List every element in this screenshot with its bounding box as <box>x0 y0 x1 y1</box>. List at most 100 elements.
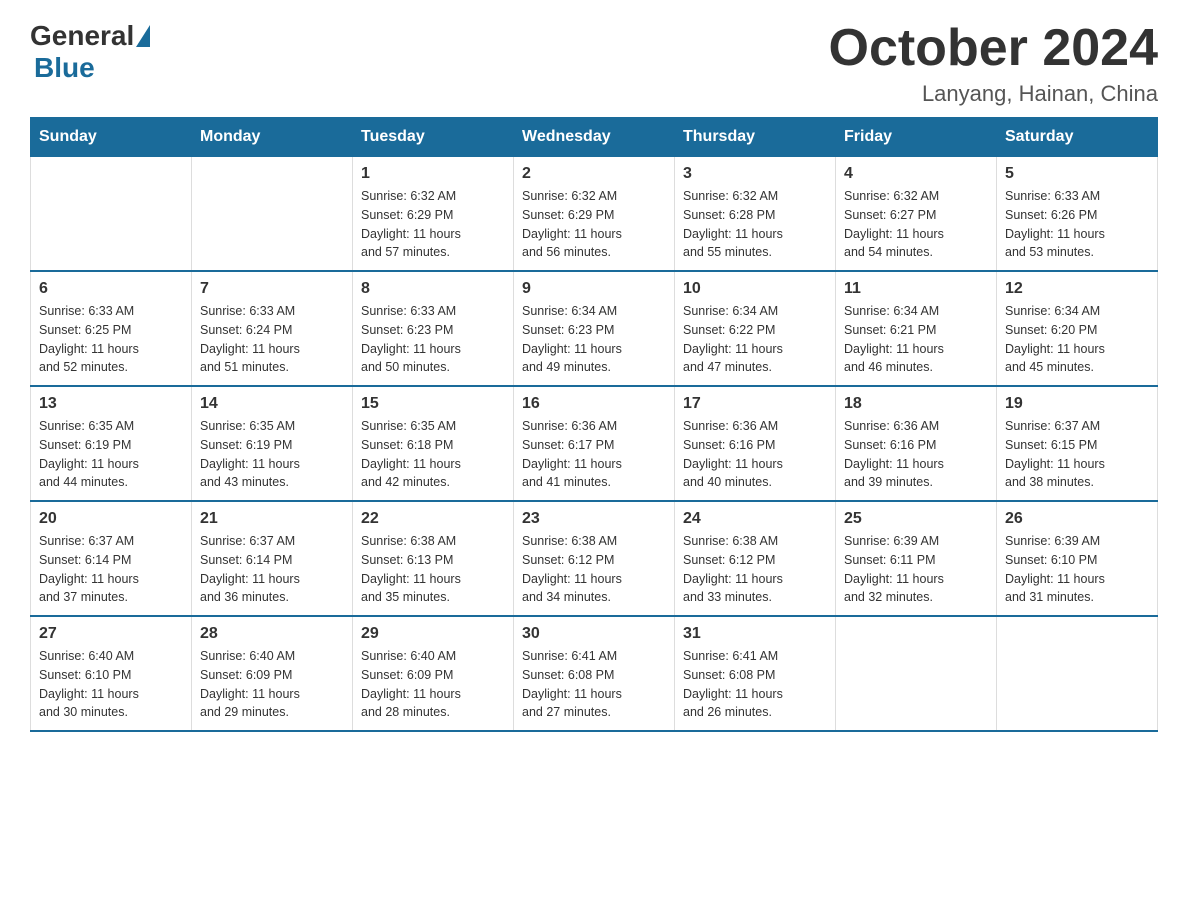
logo-triangle-icon <box>136 25 150 47</box>
day-info: Sunrise: 6:34 AMSunset: 6:23 PMDaylight:… <box>522 302 666 377</box>
title-section: October 2024 Lanyang, Hainan, China <box>829 20 1159 107</box>
day-info: Sunrise: 6:33 AMSunset: 6:24 PMDaylight:… <box>200 302 344 377</box>
day-number: 15 <box>361 395 505 413</box>
day-info: Sunrise: 6:32 AMSunset: 6:27 PMDaylight:… <box>844 187 988 262</box>
calendar-cell: 13 Sunrise: 6:35 AMSunset: 6:19 PMDayligh… <box>31 386 192 501</box>
calendar-cell: 30 Sunrise: 6:41 AMSunset: 6:08 PMDayligh… <box>514 616 675 731</box>
calendar-cell: 5 Sunrise: 6:33 AMSunset: 6:26 PMDaylight… <box>997 157 1158 272</box>
day-number: 20 <box>39 510 183 528</box>
day-info: Sunrise: 6:34 AMSunset: 6:20 PMDaylight:… <box>1005 302 1149 377</box>
day-info: Sunrise: 6:32 AMSunset: 6:29 PMDaylight:… <box>522 187 666 262</box>
day-number: 24 <box>683 510 827 528</box>
calendar-cell <box>836 616 997 731</box>
day-number: 12 <box>1005 280 1149 298</box>
day-info: Sunrise: 6:35 AMSunset: 6:19 PMDaylight:… <box>39 417 183 492</box>
day-info: Sunrise: 6:34 AMSunset: 6:21 PMDaylight:… <box>844 302 988 377</box>
calendar-cell: 23 Sunrise: 6:38 AMSunset: 6:12 PMDayligh… <box>514 501 675 616</box>
day-info: Sunrise: 6:41 AMSunset: 6:08 PMDaylight:… <box>522 647 666 722</box>
calendar-table: SundayMondayTuesdayWednesdayThursdayFrid… <box>30 117 1158 732</box>
day-info: Sunrise: 6:40 AMSunset: 6:09 PMDaylight:… <box>361 647 505 722</box>
calendar-cell <box>31 157 192 272</box>
day-number: 17 <box>683 395 827 413</box>
day-number: 30 <box>522 625 666 643</box>
calendar-cell: 2 Sunrise: 6:32 AMSunset: 6:29 PMDaylight… <box>514 157 675 272</box>
calendar-cell <box>997 616 1158 731</box>
calendar-cell: 8 Sunrise: 6:33 AMSunset: 6:23 PMDaylight… <box>353 271 514 386</box>
calendar-week-row: 13 Sunrise: 6:35 AMSunset: 6:19 PMDayligh… <box>31 386 1158 501</box>
calendar-cell: 10 Sunrise: 6:34 AMSunset: 6:22 PMDayligh… <box>675 271 836 386</box>
day-info: Sunrise: 6:33 AMSunset: 6:23 PMDaylight:… <box>361 302 505 377</box>
day-number: 2 <box>522 165 666 183</box>
day-number: 23 <box>522 510 666 528</box>
calendar-header-thursday: Thursday <box>675 118 836 157</box>
calendar-header-tuesday: Tuesday <box>353 118 514 157</box>
calendar-cell: 7 Sunrise: 6:33 AMSunset: 6:24 PMDaylight… <box>192 271 353 386</box>
day-number: 9 <box>522 280 666 298</box>
day-info: Sunrise: 6:33 AMSunset: 6:26 PMDaylight:… <box>1005 187 1149 262</box>
calendar-cell: 27 Sunrise: 6:40 AMSunset: 6:10 PMDayligh… <box>31 616 192 731</box>
day-info: Sunrise: 6:39 AMSunset: 6:10 PMDaylight:… <box>1005 532 1149 607</box>
day-number: 14 <box>200 395 344 413</box>
day-info: Sunrise: 6:36 AMSunset: 6:16 PMDaylight:… <box>683 417 827 492</box>
calendar-cell: 21 Sunrise: 6:37 AMSunset: 6:14 PMDayligh… <box>192 501 353 616</box>
calendar-cell: 20Sunrise: 6:37 AMSunset: 6:14 PMDayligh… <box>31 501 192 616</box>
day-info: Sunrise: 6:40 AMSunset: 6:10 PMDaylight:… <box>39 647 183 722</box>
calendar-week-row: 27 Sunrise: 6:40 AMSunset: 6:10 PMDayligh… <box>31 616 1158 731</box>
day-number: 25 <box>844 510 988 528</box>
calendar-header-friday: Friday <box>836 118 997 157</box>
day-info: Sunrise: 6:37 AMSunset: 6:14 PMDaylight:… <box>200 532 344 607</box>
calendar-header-sunday: Sunday <box>31 118 192 157</box>
day-info: Sunrise: 6:38 AMSunset: 6:12 PMDaylight:… <box>522 532 666 607</box>
calendar-cell: 16 Sunrise: 6:36 AMSunset: 6:17 PMDayligh… <box>514 386 675 501</box>
day-info: Sunrise: 6:32 AMSunset: 6:28 PMDaylight:… <box>683 187 827 262</box>
calendar-cell: 3Sunrise: 6:32 AMSunset: 6:28 PMDaylight… <box>675 157 836 272</box>
calendar-cell: 29Sunrise: 6:40 AMSunset: 6:09 PMDayligh… <box>353 616 514 731</box>
day-number: 27 <box>39 625 183 643</box>
page-header: General Blue October 2024 Lanyang, Haina… <box>30 20 1158 107</box>
day-number: 28 <box>200 625 344 643</box>
day-info: Sunrise: 6:34 AMSunset: 6:22 PMDaylight:… <box>683 302 827 377</box>
logo: General Blue <box>30 20 152 84</box>
day-info: Sunrise: 6:36 AMSunset: 6:16 PMDaylight:… <box>844 417 988 492</box>
calendar-cell: 24 Sunrise: 6:38 AMSunset: 6:12 PMDayligh… <box>675 501 836 616</box>
day-number: 4 <box>844 165 988 183</box>
calendar-cell: 9 Sunrise: 6:34 AMSunset: 6:23 PMDaylight… <box>514 271 675 386</box>
day-number: 19 <box>1005 395 1149 413</box>
calendar-cell: 1Sunrise: 6:32 AMSunset: 6:29 PMDaylight… <box>353 157 514 272</box>
location-subtitle: Lanyang, Hainan, China <box>829 81 1159 107</box>
calendar-header-monday: Monday <box>192 118 353 157</box>
day-info: Sunrise: 6:33 AMSunset: 6:25 PMDaylight:… <box>39 302 183 377</box>
calendar-cell: 11 Sunrise: 6:34 AMSunset: 6:21 PMDayligh… <box>836 271 997 386</box>
day-info: Sunrise: 6:38 AMSunset: 6:12 PMDaylight:… <box>683 532 827 607</box>
calendar-cell: 12 Sunrise: 6:34 AMSunset: 6:20 PMDayligh… <box>997 271 1158 386</box>
day-info: Sunrise: 6:35 AMSunset: 6:19 PMDaylight:… <box>200 417 344 492</box>
day-number: 31 <box>683 625 827 643</box>
day-info: Sunrise: 6:38 AMSunset: 6:13 PMDaylight:… <box>361 532 505 607</box>
calendar-cell: 15Sunrise: 6:35 AMSunset: 6:18 PMDayligh… <box>353 386 514 501</box>
day-number: 7 <box>200 280 344 298</box>
day-number: 13 <box>39 395 183 413</box>
day-number: 10 <box>683 280 827 298</box>
day-number: 11 <box>844 280 988 298</box>
day-info: Sunrise: 6:37 AMSunset: 6:15 PMDaylight:… <box>1005 417 1149 492</box>
day-number: 1 <box>361 165 505 183</box>
day-number: 5 <box>1005 165 1149 183</box>
day-number: 22 <box>361 510 505 528</box>
calendar-cell: 25Sunrise: 6:39 AMSunset: 6:11 PMDayligh… <box>836 501 997 616</box>
logo-general-text: General <box>30 20 134 52</box>
calendar-cell <box>192 157 353 272</box>
calendar-header-row: SundayMondayTuesdayWednesdayThursdayFrid… <box>31 118 1158 157</box>
calendar-cell: 4 Sunrise: 6:32 AMSunset: 6:27 PMDaylight… <box>836 157 997 272</box>
calendar-cell: 6Sunrise: 6:33 AMSunset: 6:25 PMDaylight… <box>31 271 192 386</box>
calendar-header-saturday: Saturday <box>997 118 1158 157</box>
logo-blue-text: Blue <box>34 52 95 83</box>
calendar-cell: 28Sunrise: 6:40 AMSunset: 6:09 PMDayligh… <box>192 616 353 731</box>
day-number: 8 <box>361 280 505 298</box>
day-number: 16 <box>522 395 666 413</box>
day-number: 21 <box>200 510 344 528</box>
day-info: Sunrise: 6:41 AMSunset: 6:08 PMDaylight:… <box>683 647 827 722</box>
calendar-cell: 17 Sunrise: 6:36 AMSunset: 6:16 PMDayligh… <box>675 386 836 501</box>
day-number: 18 <box>844 395 988 413</box>
calendar-cell: 19 Sunrise: 6:37 AMSunset: 6:15 PMDayligh… <box>997 386 1158 501</box>
day-info: Sunrise: 6:36 AMSunset: 6:17 PMDaylight:… <box>522 417 666 492</box>
